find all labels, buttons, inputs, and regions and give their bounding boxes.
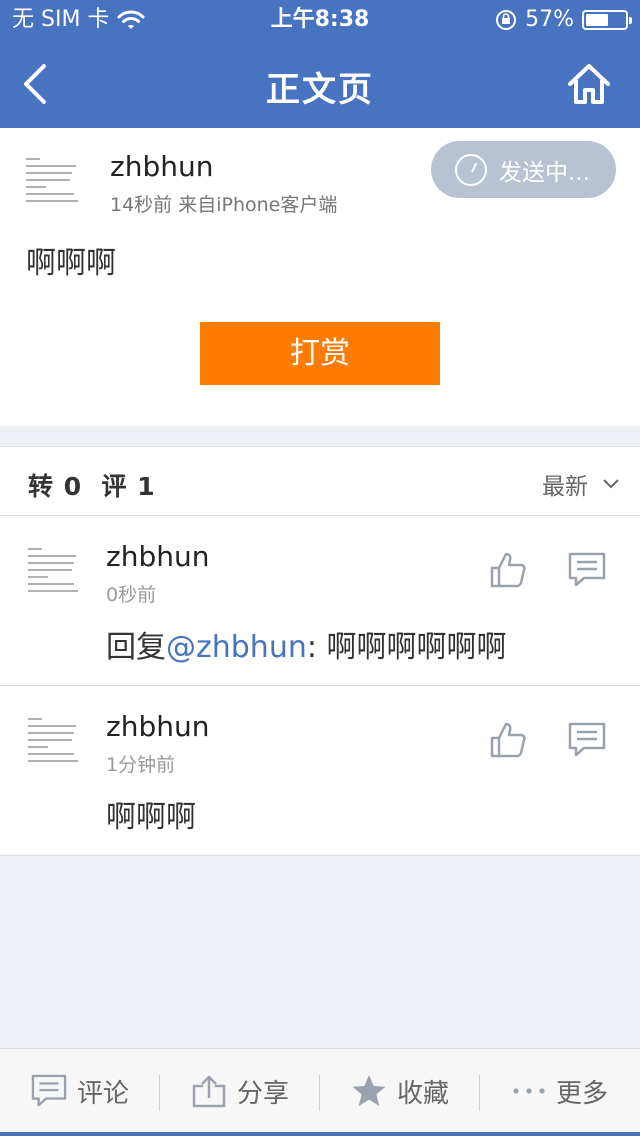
comment-icon[interactable]	[568, 552, 606, 588]
comment-icon	[31, 1074, 67, 1107]
post-author[interactable]: zhbhun	[110, 150, 213, 183]
avatar[interactable]	[26, 712, 86, 772]
battery-percent: 57%	[525, 7, 574, 32]
sort-dropdown[interactable]: 最新	[542, 467, 620, 501]
comment-item: zhbhun 0秒前 回复@zhbhun: 啊啊啊啊啊啊	[0, 516, 640, 686]
more-dots-icon	[513, 1088, 545, 1094]
post-meta: 14秒前 来自iPhone客户端	[110, 194, 338, 216]
share-button[interactable]: 分享	[160, 1049, 320, 1133]
sending-status-badge: 发送中...	[431, 141, 616, 198]
stats-bar: 转 0 评 1 最新	[0, 446, 640, 516]
comment-time: 0秒前	[106, 584, 157, 606]
reply-prefix: 回复	[106, 630, 166, 665]
share-icon	[192, 1075, 226, 1108]
battery-icon	[582, 10, 632, 30]
avatar[interactable]	[24, 152, 84, 212]
more-button[interactable]: 更多	[480, 1049, 640, 1133]
thumbs-up-icon[interactable]	[488, 550, 528, 590]
status-right: 57%	[495, 0, 632, 40]
sort-label: 最新	[542, 474, 588, 500]
top-bar: 无 SIM 卡 上午8:38 57% 正文页	[0, 0, 640, 128]
reward-button[interactable]: 打赏	[200, 322, 440, 385]
home-icon[interactable]	[566, 62, 612, 106]
chevron-down-icon	[603, 479, 619, 489]
comment-author[interactable]: zhbhun	[106, 540, 209, 573]
status-bar: 无 SIM 卡 上午8:38 57%	[0, 0, 640, 40]
bottom-toolbar: 评论 分享 收藏 更多	[0, 1048, 640, 1136]
comment-label: 评论	[76, 1078, 129, 1109]
star-icon	[352, 1075, 386, 1106]
battery-fill	[586, 14, 608, 26]
avatar[interactable]	[26, 542, 86, 602]
repost-comment-count[interactable]: 转 0 评 1	[28, 467, 156, 503]
comment-icon[interactable]	[568, 722, 606, 758]
comment-button[interactable]: 评论	[0, 1049, 160, 1133]
clock-icon	[455, 153, 487, 186]
mention-link[interactable]: @zhbhun	[166, 630, 307, 665]
more-label: 更多	[555, 1078, 608, 1109]
thumbs-up-icon[interactable]	[488, 720, 528, 760]
comment-content: 回复@zhbhun: 啊啊啊啊啊啊	[106, 622, 507, 666]
share-label: 分享	[236, 1078, 289, 1109]
comment-text: : 啊啊啊啊啊啊	[306, 630, 507, 665]
comment-author[interactable]: zhbhun	[106, 710, 209, 743]
page-title: 正文页	[266, 70, 374, 110]
comment-content: 啊啊啊	[106, 800, 196, 835]
post-card: zhbhun 14秒前 来自iPhone客户端 发送中... 啊啊啊 打赏	[0, 128, 640, 426]
post-content: 啊啊啊	[26, 246, 116, 281]
favorite-label: 收藏	[396, 1078, 449, 1109]
comment-item: zhbhun 1分钟前 啊啊啊	[0, 686, 640, 856]
nav-bar: 正文页	[0, 40, 640, 128]
comment-time: 1分钟前	[106, 754, 176, 776]
rotation-lock-icon	[496, 10, 517, 30]
favorite-button[interactable]: 收藏	[320, 1049, 480, 1133]
sending-label: 发送中...	[499, 159, 590, 186]
